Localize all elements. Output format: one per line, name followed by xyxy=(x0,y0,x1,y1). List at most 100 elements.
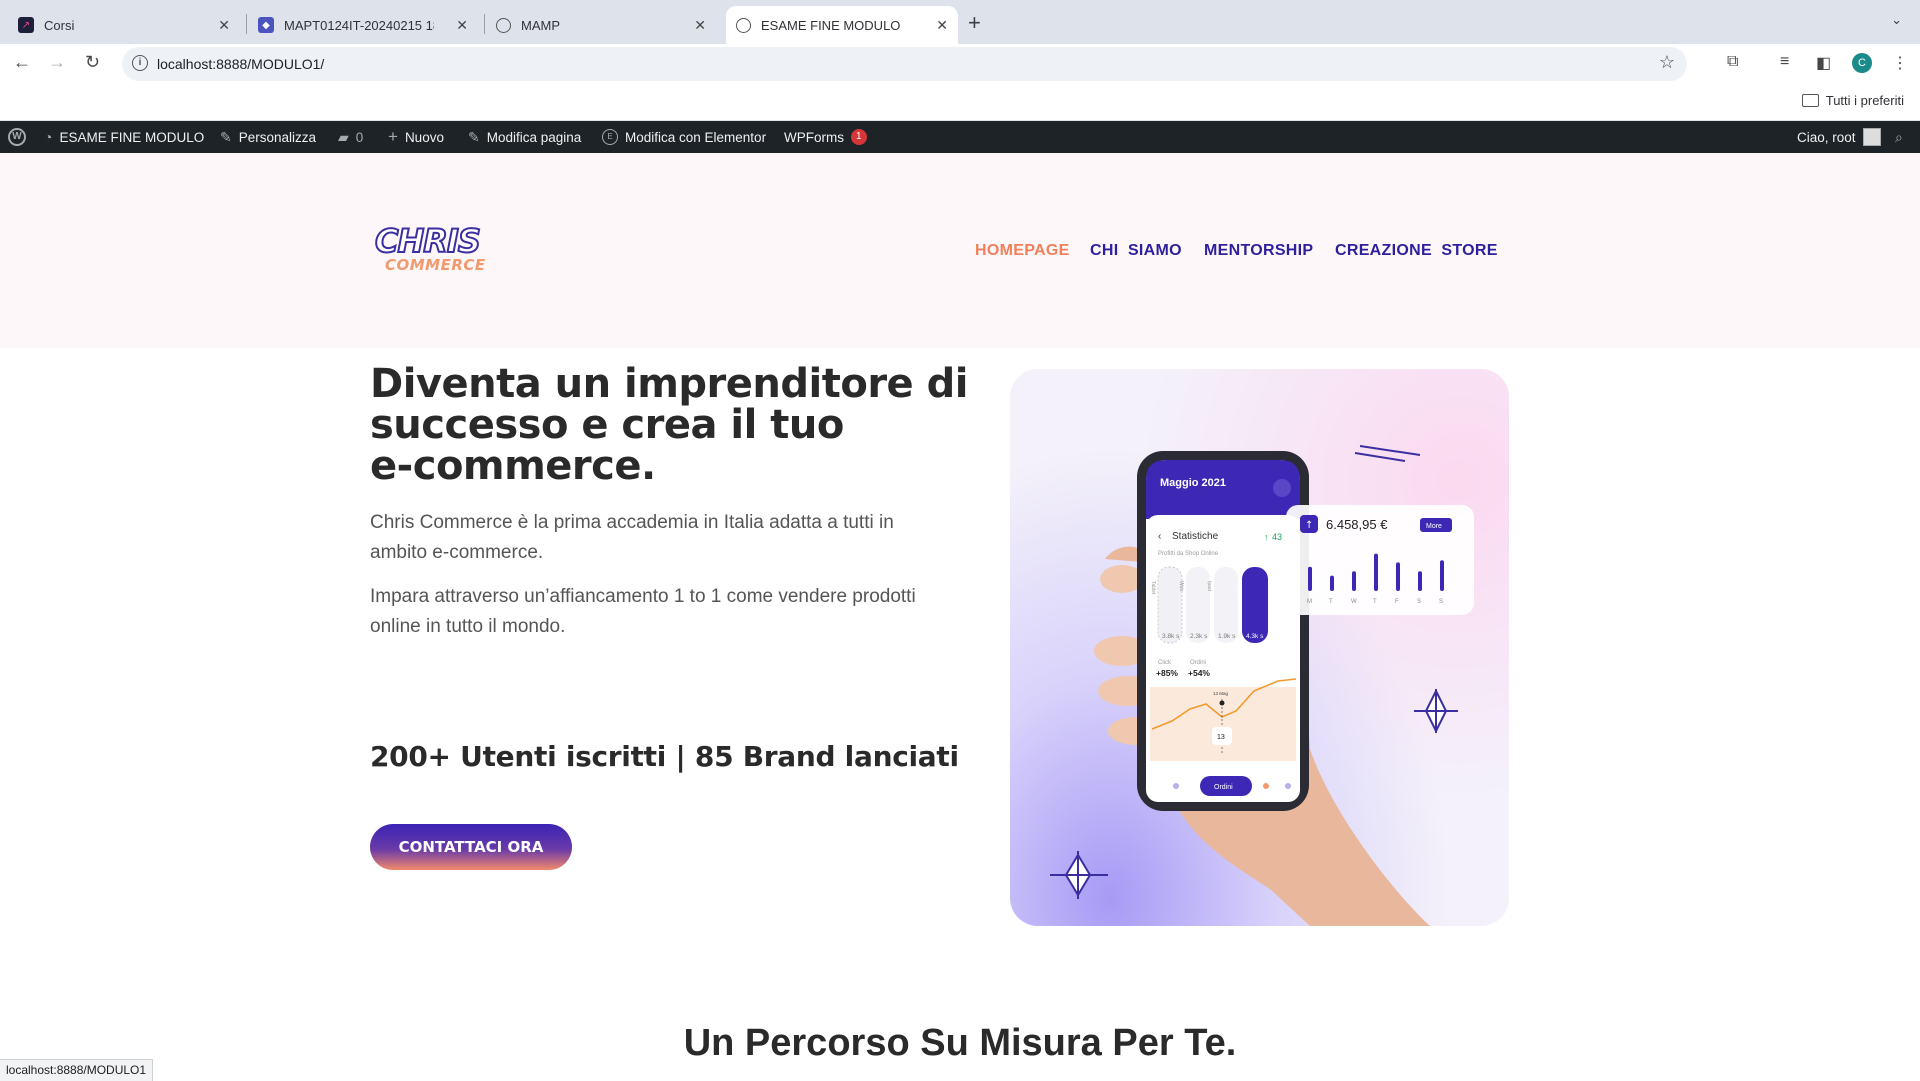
widget-more-label: More xyxy=(1426,523,1442,530)
phone-bar-label: Ipad xyxy=(1206,581,1212,591)
hero-title-line: e-commerce. xyxy=(370,443,656,489)
phone-trend-value: 43 xyxy=(1272,532,1282,542)
browser-tab-strip: ↗ Corsi ✕ ◆ MAPT0124IT-20240215 1802 ✕ M… xyxy=(0,0,1920,44)
customize-label: Personalizza xyxy=(238,129,317,145)
phone-chart-area xyxy=(1150,687,1296,761)
tab-title: MAPT0124IT-20240215 1802 xyxy=(284,17,434,33)
wp-site-name[interactable]: ◔ ESAME FINE MODULO xyxy=(44,121,204,153)
extensions-icon[interactable]: ⧉ xyxy=(1727,53,1738,71)
side-panel-icon[interactable]: ◧ xyxy=(1816,53,1831,73)
phone-bar-value: 1.9k s xyxy=(1218,633,1236,640)
widget-bar xyxy=(1440,560,1444,591)
forward-arrow-icon[interactable]: → xyxy=(48,52,66,73)
profile-avatar[interactable]: C xyxy=(1852,53,1872,73)
elementor-icon: E xyxy=(602,129,618,145)
decor-stroke xyxy=(1359,445,1421,456)
close-tab-icon[interactable]: ✕ xyxy=(694,17,706,34)
phone-bar xyxy=(1157,566,1183,644)
status-bar-url: localhost:8888/MODULO1 xyxy=(0,1059,154,1081)
tab-esame[interactable]: ESAME FINE MODULO ✕ xyxy=(726,6,958,44)
all-bookmarks-folder[interactable]: Tutti i preferiti xyxy=(1801,93,1904,108)
hero-title: Diventa un imprenditore di successo e cr… xyxy=(370,364,970,487)
phone-back-chevron-icon: ‹ xyxy=(1158,531,1161,542)
hero-paragraph-2: Impara attraverso un’affiancamento 1 to … xyxy=(370,582,970,642)
hero-paragraph-line: ambito e-commerce. xyxy=(370,542,544,563)
wp-search[interactable]: ⌕ xyxy=(1895,121,1903,153)
search-icon: ⌕ xyxy=(1895,128,1903,145)
close-tab-icon[interactable]: ✕ xyxy=(218,17,230,34)
wp-admin-bar: W ◔ ESAME FINE MODULO ✎ Personalizza ▰ 0… xyxy=(0,121,1920,153)
widget-bar xyxy=(1308,566,1312,591)
hero-paragraph-line: Chris Commerce è la prima accademia in I… xyxy=(370,512,894,533)
globe-favicon-icon xyxy=(736,17,751,33)
phone-illustration: Maggio 2021 ‹ Statistiche ↑ 43 Profitti … xyxy=(1050,445,1474,926)
pencil-icon: ✎ xyxy=(468,128,480,145)
nav-homepage[interactable]: HOMEPAGE xyxy=(975,242,1070,260)
tab-corsi[interactable]: ↗ Corsi ✕ xyxy=(0,6,240,44)
phone-subtitle: Profitti da Shop Online xyxy=(1158,551,1219,557)
wp-account[interactable]: Ciao, root xyxy=(1797,121,1881,153)
site-info-icon[interactable]: i xyxy=(132,55,148,71)
logo-chris-text: CHRIS xyxy=(374,222,482,260)
phone-orders-value: +54% xyxy=(1188,668,1210,678)
wp-logo-menu[interactable]: W xyxy=(8,121,26,153)
phone-bar-label: Tablet xyxy=(1150,581,1156,595)
phone-bar-value: 4.3k s xyxy=(1246,633,1264,640)
phone-bar-label: Mobile xyxy=(1235,581,1241,596)
phone-bar-value: 3.8k s xyxy=(1162,633,1180,640)
teams-favicon-icon: ◆ xyxy=(258,17,274,33)
wpforms-badge: 1 xyxy=(851,129,867,145)
site-name-label: ESAME FINE MODULO xyxy=(59,129,205,145)
nav-chi-siamo[interactable]: CHI SIAMO xyxy=(1090,242,1182,260)
wpforms-label: WPForms xyxy=(784,129,844,145)
wp-wpforms[interactable]: WPForms 1 xyxy=(784,121,867,153)
phone-marker-dot xyxy=(1219,700,1225,706)
greeting-label: Ciao, root xyxy=(1797,129,1856,145)
wp-new[interactable]: + Nuovo xyxy=(388,121,444,153)
nav-mentorship[interactable]: MENTORSHIP xyxy=(1204,242,1313,260)
phone-trend-arrow-icon: ↑ xyxy=(1264,532,1269,542)
corsi-favicon-icon: ↗ xyxy=(18,17,34,33)
back-arrow-icon[interactable]: ← xyxy=(13,52,31,73)
dashboard-gauge-icon: ◔ xyxy=(44,129,53,145)
wordpress-logo-icon: W xyxy=(8,128,26,146)
globe-favicon-icon xyxy=(496,17,511,33)
close-tab-icon[interactable]: ✕ xyxy=(456,17,468,34)
contact-us-button[interactable]: CONTATTACI ORA xyxy=(370,824,572,870)
widget-day-label: T xyxy=(1329,599,1333,605)
wp-edit-page[interactable]: ✎ Modifica pagina xyxy=(468,121,581,153)
tab-search-chevron-down-icon[interactable]: ⌄ xyxy=(1891,12,1902,28)
edit-elementor-label: Modifica con Elementor xyxy=(625,129,767,145)
site-header: CHRIS COMMERCE HOMEPAGE CHI SIAMO MENTOR… xyxy=(0,153,1920,348)
phone-orders-label: Ordini xyxy=(1190,660,1206,666)
wp-customize[interactable]: ✎ Personalizza xyxy=(220,121,316,153)
comment-bubble-icon: ▰ xyxy=(338,128,349,145)
phone-bar-group: 3.8k s 2.3k s 1.9k s 4.3k s Tablet Web I… xyxy=(1150,566,1268,644)
wp-comments[interactable]: ▰ 0 xyxy=(338,121,363,153)
address-bar[interactable]: i localhost:8888/MODULO1/ ☆ xyxy=(122,47,1687,81)
wp-edit-elementor[interactable]: E Modifica con Elementor xyxy=(602,121,766,153)
widget-day-label: S xyxy=(1417,599,1421,605)
phone-day-label: 13 Mag xyxy=(1213,691,1229,696)
phone-section-title: Statistiche xyxy=(1172,531,1219,542)
nav-creazione-store[interactable]: CREAZIONE STORE xyxy=(1335,242,1498,260)
media-control-icon[interactable]: ≡ xyxy=(1780,53,1789,71)
address-url[interactable]: localhost:8888/MODULO1/ xyxy=(157,56,324,72)
tab-mapt[interactable]: ◆ MAPT0124IT-20240215 1802 ✕ xyxy=(240,6,478,44)
widget-bar xyxy=(1374,553,1378,591)
hero-paragraph-line: Impara attraverso un’affiancamento 1 to … xyxy=(370,586,916,607)
widget-day-label: S xyxy=(1439,599,1443,605)
reload-icon[interactable]: ↻ xyxy=(85,52,100,73)
browser-menu-icon[interactable]: ⋮ xyxy=(1892,53,1908,73)
widget-day-label: F xyxy=(1395,599,1399,605)
site-logo[interactable]: CHRIS COMMERCE xyxy=(374,222,485,285)
phone-tab-icon xyxy=(1173,783,1179,789)
tab-mamp[interactable]: MAMP ✕ xyxy=(478,6,716,44)
new-label: Nuovo xyxy=(404,129,444,145)
hero-image-card: Maggio 2021 ‹ Statistiche ↑ 43 Profitti … xyxy=(1010,369,1509,926)
bookmarks-bar: Tutti i preferiti xyxy=(0,82,1920,121)
close-tab-icon[interactable]: ✕ xyxy=(936,17,948,34)
bookmark-star-icon[interactable]: ☆ xyxy=(1659,52,1675,73)
tab-title: MAMP xyxy=(521,17,560,33)
new-tab-button[interactable]: + xyxy=(968,10,981,36)
